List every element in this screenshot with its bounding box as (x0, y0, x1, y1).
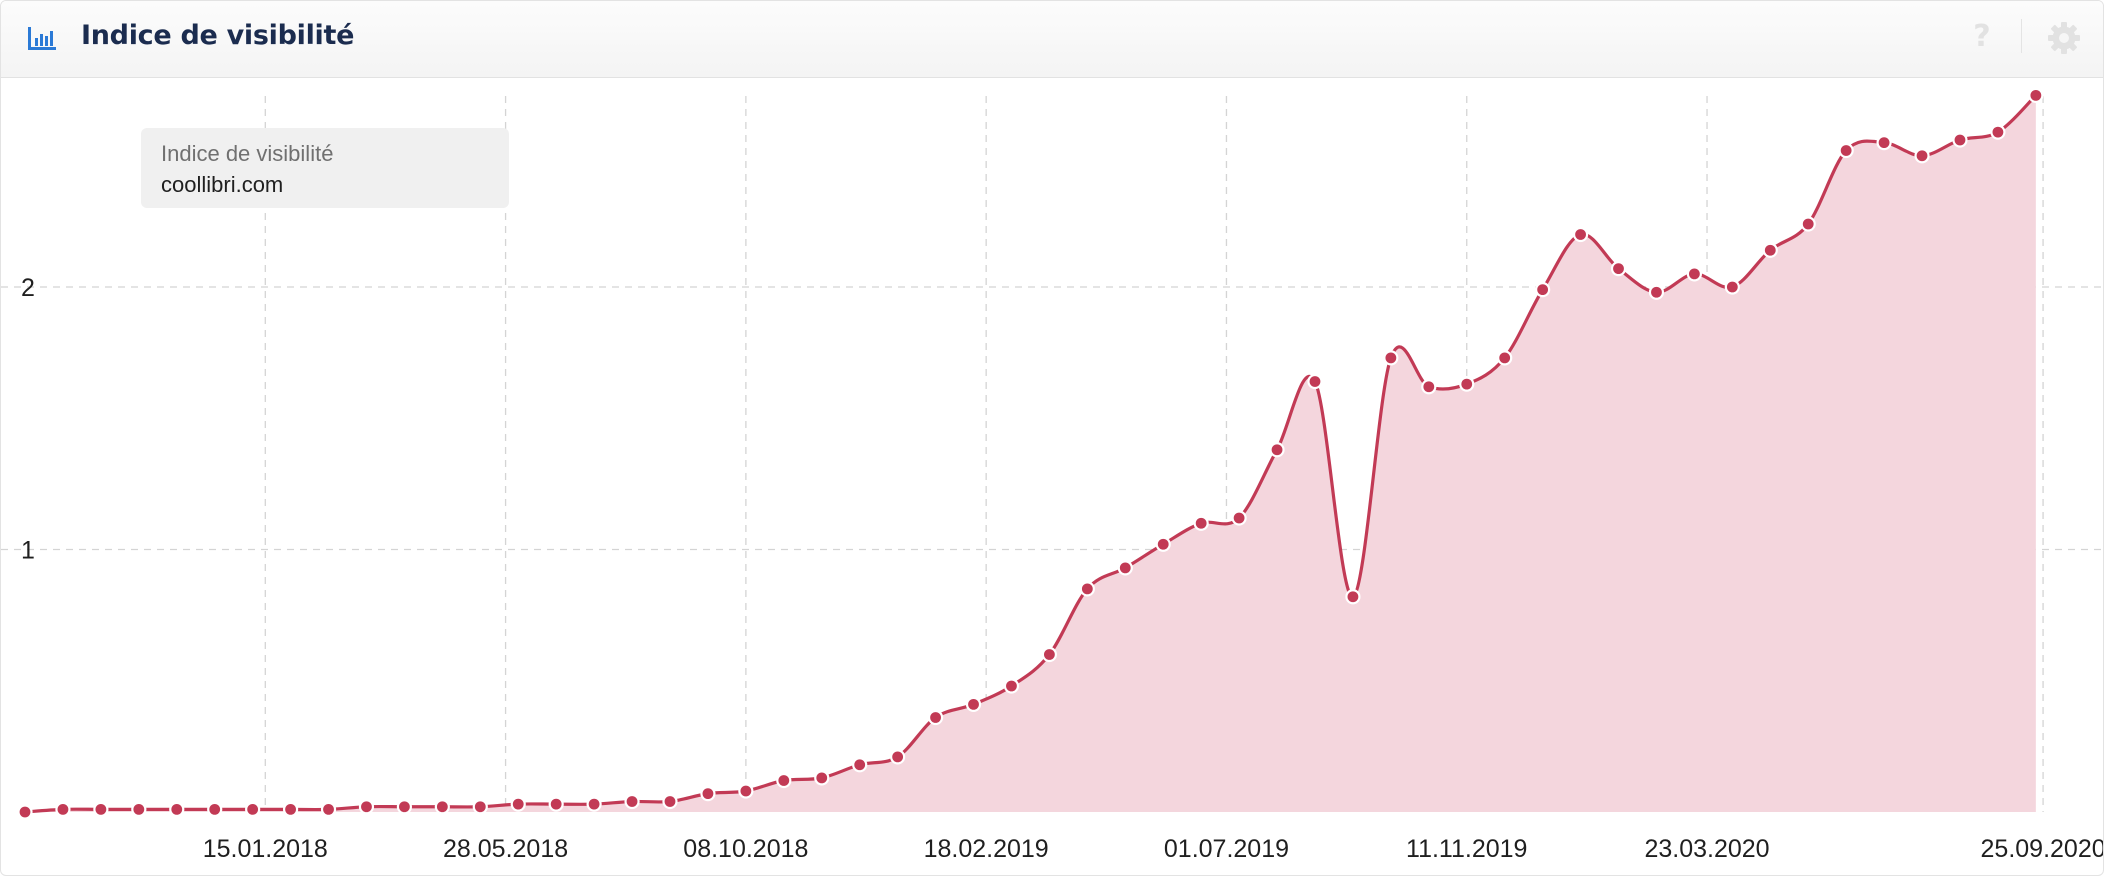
data-point (510, 796, 526, 812)
data-point (131, 801, 147, 817)
x-tick-label: 28.05.2018 (443, 835, 568, 863)
data-point (472, 799, 488, 815)
data-point (1952, 132, 1968, 148)
data-point (776, 772, 792, 789)
x-tick-label: 23.03.2020 (1644, 835, 1769, 863)
data-point (1535, 282, 1551, 298)
data-point (1079, 581, 1095, 597)
data-point (586, 796, 602, 812)
data-point (1383, 350, 1399, 366)
widget-header: Indice de visibilité ? (1, 1, 2103, 78)
data-point (1193, 515, 1209, 531)
data-point (1117, 560, 1133, 576)
header-divider (2021, 19, 2022, 53)
data-point (738, 783, 754, 799)
data-point (207, 801, 223, 817)
data-point (245, 801, 261, 817)
data-point (1914, 148, 1930, 164)
x-tick-label: 15.01.2018 (203, 835, 328, 863)
data-point (169, 801, 185, 817)
data-point (1686, 266, 1702, 282)
data-point (434, 799, 450, 815)
data-point (1800, 216, 1816, 232)
data-point (1155, 536, 1171, 552)
chart-tooltip: Indice de visibilité coollibri.com (141, 128, 509, 208)
x-tick-label: 18.02.2019 (924, 835, 1049, 863)
tooltip-title: Indice de visibilité (161, 141, 334, 166)
help-icon[interactable]: ? (1967, 17, 1997, 57)
data-point (1610, 261, 1627, 277)
data-point (1459, 376, 1475, 392)
data-point (965, 696, 982, 712)
data-point (927, 709, 944, 726)
data-point (700, 786, 716, 802)
data-point (1269, 442, 1285, 458)
x-tick-label: 08.10.2018 (683, 835, 808, 863)
data-point (814, 770, 830, 786)
visibility-index-widget: Indice de visibilité ? 15.01.2018 28.05.2… (0, 0, 2104, 876)
data-point (1990, 124, 2006, 140)
data-point (662, 793, 678, 810)
data-point (624, 793, 640, 810)
x-tick-label: 01.07.2019 (1164, 835, 1289, 863)
widget-title: Indice de visibilité (81, 20, 355, 51)
data-point (1003, 678, 1020, 694)
data-point (1876, 135, 1892, 151)
data-point (93, 801, 109, 817)
bar-chart-icon (28, 27, 56, 50)
data-point (852, 757, 868, 773)
data-point (1041, 646, 1057, 663)
x-tick-label: 25.09.2020 (1981, 835, 2103, 863)
data-point (1345, 589, 1361, 605)
data-point (1497, 350, 1513, 366)
y-tick-label: 1 (21, 537, 35, 565)
gear-icon[interactable] (2047, 21, 2081, 55)
data-point (396, 799, 413, 815)
tooltip-value: coollibri.com (161, 172, 284, 197)
y-tick-label: 2 (21, 274, 35, 302)
data-point (1762, 242, 1778, 258)
data-point (1231, 510, 1247, 526)
data-point (1307, 373, 1323, 390)
data-point (1838, 142, 1854, 159)
data-point (1572, 226, 1589, 243)
data-point (1421, 379, 1437, 395)
data-point (282, 801, 299, 817)
data-point (2028, 87, 2044, 103)
data-point (320, 801, 337, 817)
data-point (358, 799, 375, 815)
data-point (1724, 279, 1740, 295)
data-point (548, 796, 564, 812)
data-point (890, 749, 906, 765)
x-tick-label: 11.11.2019 (1406, 835, 1527, 863)
data-point (17, 804, 33, 820)
data-point (1648, 284, 1665, 300)
data-point (55, 801, 71, 817)
